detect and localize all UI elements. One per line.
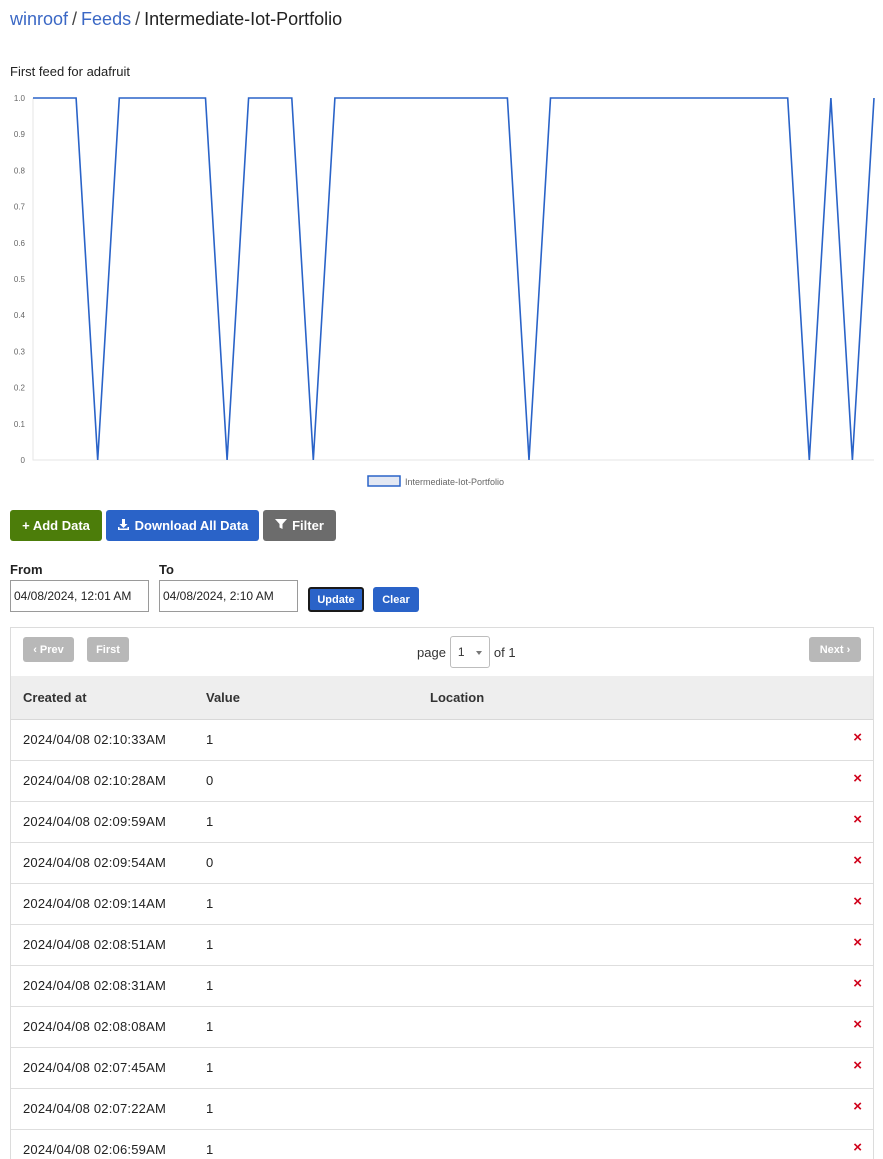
legend-label[interactable]: Intermediate-Iot-Portfolio [405, 477, 504, 487]
delete-row-icon[interactable]: × [853, 811, 862, 828]
table-row: 2024/04/08 02:09:59AM 1 × [11, 802, 873, 843]
table-header: Created at Value Location [11, 676, 873, 720]
prev-label: Prev [39, 643, 64, 656]
filter-label: Filter [292, 518, 324, 533]
add-data-label: + Add Data [22, 518, 90, 533]
page-select[interactable]: 1 [449, 636, 490, 668]
page-indicator: page 1 of 1 [417, 636, 516, 668]
table-row: 2024/04/08 02:08:31AM 1 × [11, 966, 873, 1007]
cell-value: 1 [206, 1142, 214, 1157]
cell-created-at: 2024/04/08 02:07:22AM [23, 1101, 166, 1116]
table-row: 2024/04/08 02:06:59AM 1 × [11, 1130, 873, 1159]
y-tick-label: 0.9 [14, 130, 26, 139]
delete-row-icon[interactable]: × [853, 729, 862, 746]
series-line [33, 97, 875, 461]
page-select-value: 1 [457, 645, 465, 659]
page-total: of 1 [493, 644, 516, 660]
delete-row-icon[interactable]: × [853, 975, 862, 992]
y-tick-label: 0.5 [14, 275, 26, 284]
download-all-data-button[interactable]: Download All Data [106, 510, 259, 541]
cell-value: 1 [206, 1101, 214, 1116]
delete-row-icon[interactable]: × [853, 893, 862, 910]
y-tick-label: 0.2 [14, 384, 26, 393]
cell-value: 1 [206, 978, 214, 993]
delete-row-icon[interactable]: × [853, 934, 862, 951]
y-tick-label: 0.1 [14, 420, 26, 429]
y-tick-label: 0.3 [14, 347, 26, 356]
table-row: 2024/04/08 02:07:22AM 1 × [11, 1089, 873, 1130]
filter-icon [275, 518, 288, 533]
chart-axis [32, 98, 874, 461]
cell-value: 1 [206, 732, 214, 747]
breadcrumb-separator: / [135, 9, 141, 29]
breadcrumb: winroof / Feeds / Intermediate-Iot-Portfolio [10, 9, 342, 30]
legend-swatch[interactable] [367, 475, 401, 487]
y-tick-label: 0.8 [14, 166, 26, 175]
cell-created-at: 2024/04/08 02:06:59AM [23, 1142, 166, 1157]
first-page-button[interactable]: First [87, 637, 129, 662]
cell-value: 1 [206, 937, 214, 952]
data-table-panel: ‹ Prev First page 1 of 1 Next › Created … [10, 627, 874, 1159]
cell-value: 1 [206, 1019, 214, 1034]
cell-created-at: 2024/04/08 02:09:54AM [23, 855, 166, 870]
cell-created-at: 2024/04/08 02:08:51AM [23, 937, 166, 952]
next-page-button[interactable]: Next › [809, 637, 861, 662]
delete-row-icon[interactable]: × [853, 1057, 862, 1074]
cell-created-at: 2024/04/08 02:09:59AM [23, 814, 166, 829]
download-icon [117, 518, 130, 534]
feed-description: First feed for adafruit [10, 64, 130, 79]
update-button[interactable]: Update [308, 587, 364, 612]
table-row: 2024/04/08 02:09:14AM 1 × [11, 884, 873, 925]
delete-row-icon[interactable]: × [853, 1016, 862, 1033]
delete-row-icon[interactable]: × [853, 1098, 862, 1115]
header-location[interactable]: Location [430, 690, 484, 705]
header-created-at[interactable]: Created at [23, 690, 87, 705]
breadcrumb-current: Intermediate-Iot-Portfolio [144, 9, 343, 29]
delete-row-icon[interactable]: × [853, 852, 862, 869]
cell-value: 0 [206, 773, 214, 788]
cell-created-at: 2024/04/08 02:10:33AM [23, 732, 166, 747]
cell-created-at: 2024/04/08 02:08:08AM [23, 1019, 166, 1034]
feed-chart: 0 0.1 0.2 0.3 0.4 0.5 0.6 0.7 0.8 0.9 1.0 Intermedi… [14, 94, 875, 487]
cell-value: 1 [206, 896, 214, 911]
add-data-button[interactable]: + Add Data [10, 510, 102, 541]
cell-value: 1 [206, 1060, 214, 1075]
prev-page-button[interactable]: ‹ Prev [23, 637, 74, 662]
breadcrumb-separator: / [72, 9, 78, 29]
filter-button[interactable]: Filter [263, 510, 336, 541]
caret-down-icon [475, 651, 482, 655]
table-row: 2024/04/08 02:10:33AM 1 × [11, 720, 873, 761]
breadcrumb-user-link[interactable]: winroof [10, 9, 68, 29]
chevron-right-icon: › [846, 643, 851, 656]
y-tick-label: 1.0 [14, 94, 26, 103]
from-date-input[interactable]: 04/08/2024, 12:01 AM [10, 580, 149, 612]
next-label: Next [819, 643, 844, 656]
breadcrumb-feeds-link[interactable]: Feeds [81, 9, 131, 29]
y-tick-label: 0.6 [14, 239, 26, 248]
clear-button[interactable]: Clear [373, 587, 419, 612]
y-tick-label: 0.7 [14, 203, 26, 212]
page-word: page [417, 644, 446, 660]
header-value[interactable]: Value [206, 690, 240, 705]
chevron-left-icon: ‹ [33, 643, 37, 656]
cell-created-at: 2024/04/08 02:10:28AM [23, 773, 166, 788]
cell-created-at: 2024/04/08 02:09:14AM [23, 896, 166, 911]
y-tick-label: 0 [21, 456, 26, 465]
table-row: 2024/04/08 02:08:08AM 1 × [11, 1007, 873, 1048]
delete-row-icon[interactable]: × [853, 770, 862, 787]
download-label: Download All Data [134, 518, 249, 533]
to-label: To [159, 562, 174, 577]
from-label: From [10, 562, 43, 577]
cell-created-at: 2024/04/08 02:08:31AM [23, 978, 166, 993]
y-tick-label: 0.4 [14, 311, 26, 320]
cell-created-at: 2024/04/08 02:07:45AM [23, 1060, 166, 1075]
to-date-input[interactable]: 04/08/2024, 2:10 AM [159, 580, 298, 612]
cell-value: 1 [206, 814, 214, 829]
table-row: 2024/04/08 02:09:54AM 0 × [11, 843, 873, 884]
table-row: 2024/04/08 02:07:45AM 1 × [11, 1048, 873, 1089]
cell-value: 0 [206, 855, 214, 870]
table-row: 2024/04/08 02:08:51AM 1 × [11, 925, 873, 966]
delete-row-icon[interactable]: × [853, 1139, 862, 1156]
table-row: 2024/04/08 02:10:28AM 0 × [11, 761, 873, 802]
